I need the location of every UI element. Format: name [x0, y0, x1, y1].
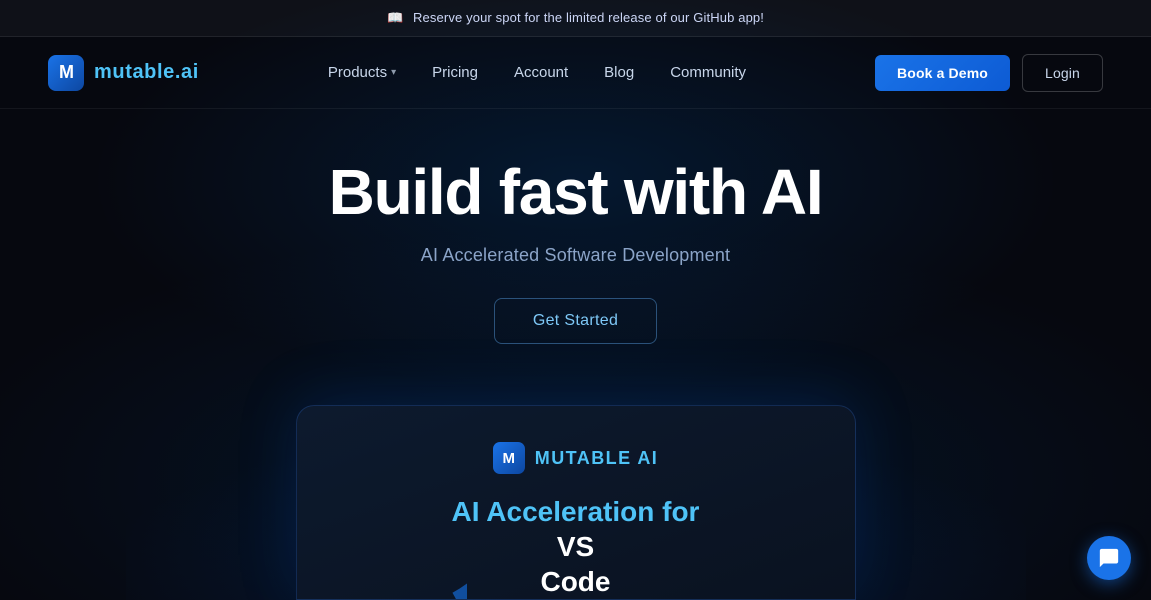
book-demo-button[interactable]: Book a Demo: [875, 55, 1010, 91]
logo-icon: M: [48, 55, 84, 91]
preview-logo: M MUTABLE AI: [493, 442, 658, 474]
hero-title: Build fast with AI: [329, 157, 823, 227]
hero-section: Build fast with AI AI Accelerated Softwa…: [0, 109, 1151, 344]
preview-card: M MUTABLE AI AI Acceleration for VS Code: [296, 405, 856, 600]
announcement-text: Reserve your spot for the limited releas…: [413, 10, 764, 25]
logo[interactable]: M mutable.ai: [48, 55, 199, 91]
preview-logo-icon: M: [493, 442, 525, 474]
nav-item-products[interactable]: Products ▾: [328, 64, 396, 81]
nav-item-pricing[interactable]: Pricing: [432, 64, 478, 81]
nav-item-community[interactable]: Community: [670, 64, 746, 81]
book-icon: 📖: [387, 10, 403, 25]
preview-headline: AI Acceleration for VS Code: [452, 494, 700, 599]
header: M mutable.ai Products ▾ Pricing Account …: [0, 37, 1151, 109]
announcement-bar: 📖 Reserve your spot for the limited rele…: [0, 0, 1151, 37]
main-nav: Products ▾ Pricing Account Blog Communit…: [328, 64, 746, 81]
logo-text: mutable.ai: [94, 61, 199, 84]
hero-subtitle: AI Accelerated Software Development: [421, 245, 730, 266]
get-started-button[interactable]: Get Started: [494, 298, 657, 344]
chat-icon: [1098, 547, 1120, 569]
nav-item-account[interactable]: Account: [514, 64, 568, 81]
chevron-down-icon: ▾: [391, 67, 396, 78]
chat-bubble-button[interactable]: [1087, 536, 1131, 580]
arc-decoration: [296, 419, 467, 600]
login-button[interactable]: Login: [1022, 54, 1103, 92]
preview-logo-text: MUTABLE AI: [535, 448, 658, 469]
header-actions: Book a Demo Login: [875, 54, 1103, 92]
nav-item-blog[interactable]: Blog: [604, 64, 634, 81]
